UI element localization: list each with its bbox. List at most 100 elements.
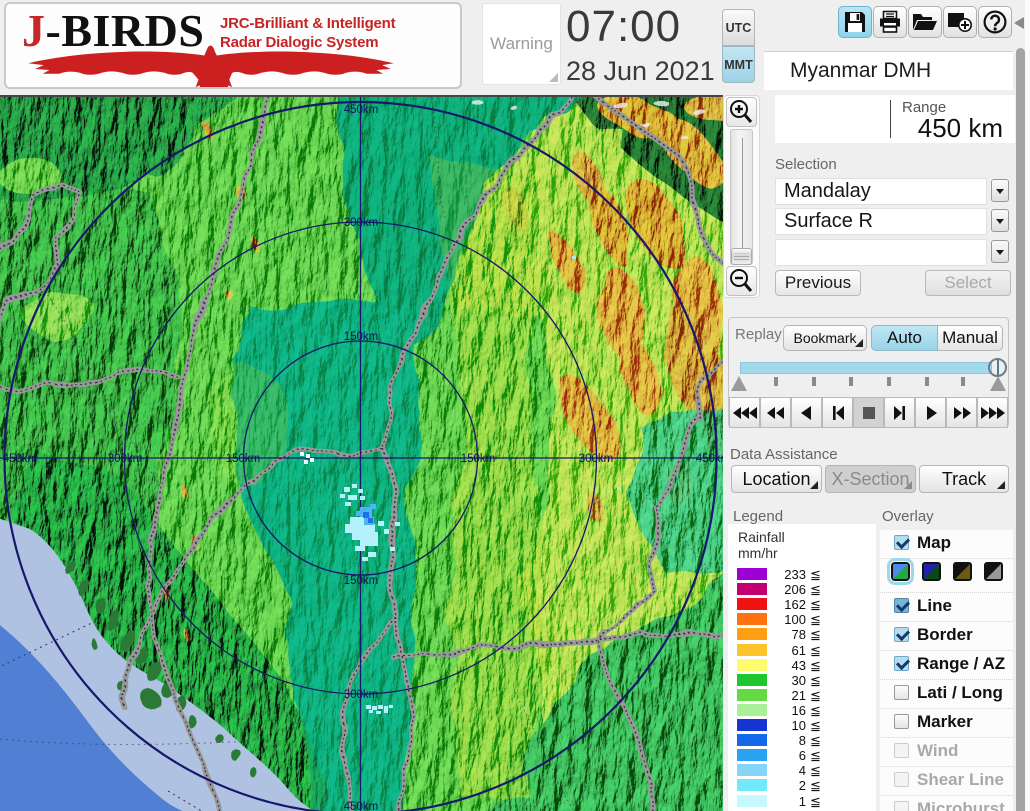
site-dropdown-button[interactable] (991, 179, 1009, 202)
overlay-item-label: Map (917, 533, 951, 552)
ring-label: 150km (344, 575, 379, 587)
play-icon (926, 405, 937, 420)
help-button[interactable] (978, 6, 1012, 38)
zoom-out-button[interactable] (726, 266, 757, 296)
checkbox-line[interactable] (894, 598, 909, 613)
step-forward-button[interactable] (884, 397, 915, 428)
save-button[interactable] (838, 6, 872, 38)
divider (890, 100, 891, 138)
legend-leq-symbol: ≦ (810, 627, 821, 643)
checkbox-range-az[interactable] (894, 656, 909, 671)
overlay-row: Line (880, 593, 1013, 622)
xsection-button[interactable]: X-Section (825, 465, 916, 493)
track-button[interactable]: Track (919, 465, 1009, 493)
previous-button[interactable]: Previous (775, 270, 861, 296)
add-image-button[interactable] (943, 6, 977, 38)
overlay-item-label: Shear Line (917, 770, 1004, 789)
site-dropdown[interactable]: Mandalay (775, 178, 987, 205)
map-style-black-olive[interactable] (953, 562, 972, 581)
checkbox-map[interactable] (894, 535, 909, 550)
map-style-terrain-blue-green[interactable] (887, 558, 914, 585)
ring-label: 150km (226, 453, 261, 465)
zoom-in-icon (730, 100, 753, 123)
zoom-slider-thumb[interactable] (731, 248, 752, 265)
play-reverse-icon (800, 405, 811, 420)
legend-value: 6 (798, 748, 806, 764)
ring-label: 450km (344, 801, 379, 811)
replay-slider-thumb[interactable] (988, 358, 1007, 377)
resize-grip-icon[interactable] (549, 73, 558, 82)
legend-leq-symbol: ≦ (810, 687, 821, 703)
slider-start-marker-icon[interactable] (731, 376, 747, 391)
option-dropdown[interactable] (775, 239, 987, 266)
overlay-list: Map Line Border Range / AZ Lati / Long Marker… (880, 530, 1013, 811)
skip-to-start-button[interactable] (729, 397, 760, 428)
overlay-item-label: Lati / Long (917, 683, 1003, 702)
fast-forward-button[interactable] (946, 397, 977, 428)
checkbox-border[interactable] (894, 627, 909, 642)
slider-tick (812, 377, 816, 386)
overlay-item-label: Microburst (917, 799, 1005, 811)
play-button[interactable] (915, 397, 946, 428)
auto-button[interactable]: Auto (871, 325, 938, 351)
track-label: Track (941, 469, 987, 489)
overlay-item-label: Line (917, 596, 952, 615)
open-folder-icon (913, 14, 937, 30)
legend-leq-symbol: ≦ (810, 657, 821, 673)
playback-controls (729, 397, 1009, 428)
slider-end-marker-icon[interactable] (990, 376, 1006, 391)
radar-map[interactable]: 450km 300km 150km 150km 300km 450km 450k… (0, 67, 746, 811)
legend-value: 8 (798, 733, 806, 749)
ring-label: 300km (108, 453, 143, 465)
panel-splitter[interactable] (1016, 48, 1025, 811)
checkbox-shear-line[interactable] (894, 772, 909, 787)
legend-leq-symbol: ≦ (810, 597, 821, 613)
utc-button[interactable]: UTC (722, 9, 755, 46)
open-folder-button[interactable] (908, 6, 942, 38)
slider-tick (887, 377, 891, 386)
checkbox-microburst[interactable] (894, 801, 909, 811)
replay-slider-track[interactable] (740, 362, 992, 374)
zoom-slider-track[interactable] (730, 129, 753, 265)
overlay-row: Border (880, 622, 1013, 651)
map-style-black-grey[interactable] (984, 562, 1003, 581)
manual-button[interactable]: Manual (938, 325, 1003, 351)
fast-rewind-icon (766, 406, 784, 419)
terrain-map: 450km 300km 150km 150km 300km 450km 450k… (0, 67, 746, 811)
legend-value: 206 (784, 582, 806, 598)
legend-value: 43 (791, 657, 806, 673)
slider-tick (961, 377, 965, 386)
range-value: 450 km (917, 113, 1003, 143)
bookmark-button[interactable]: Bookmark (783, 325, 867, 351)
location-button[interactable]: Location (731, 465, 822, 493)
legend-value: 10 (791, 718, 806, 733)
checkbox-marker[interactable] (894, 714, 909, 729)
zoom-in-button[interactable] (726, 97, 757, 127)
product-dropdown-button[interactable] (991, 209, 1009, 232)
legend-leq-symbol: ≦ (810, 702, 821, 718)
select-button[interactable]: Select (925, 270, 1011, 296)
legend-leq-symbol: ≦ (810, 567, 821, 582)
collapse-panel-icon[interactable] (1014, 17, 1024, 29)
checkbox-wind[interactable] (894, 743, 909, 758)
ring-label: 300km (579, 453, 614, 465)
corner-triangle-icon (997, 481, 1005, 489)
ring-label: 150km (461, 453, 496, 465)
fast-rewind-button[interactable] (760, 397, 791, 428)
window-edge (1025, 0, 1030, 811)
range-box: Range 450 km (775, 95, 1015, 143)
play-reverse-button[interactable] (791, 397, 822, 428)
map-style-navy-darkgreen[interactable] (922, 562, 941, 581)
mmt-button[interactable]: MMT (722, 46, 755, 83)
warning-panel[interactable]: Warning (482, 3, 561, 85)
checkbox-lati-long[interactable] (894, 685, 909, 700)
skip-to-end-button[interactable] (977, 397, 1008, 428)
stop-button[interactable] (853, 397, 884, 428)
option-dropdown-button[interactable] (991, 240, 1009, 263)
legend-leq-symbol: ≦ (810, 763, 821, 779)
overlay-item-label: Range / AZ (917, 654, 1006, 673)
legend-value: 61 (791, 642, 806, 658)
product-dropdown[interactable]: Surface R (775, 208, 987, 235)
print-button[interactable] (873, 6, 907, 38)
step-back-button[interactable] (822, 397, 853, 428)
